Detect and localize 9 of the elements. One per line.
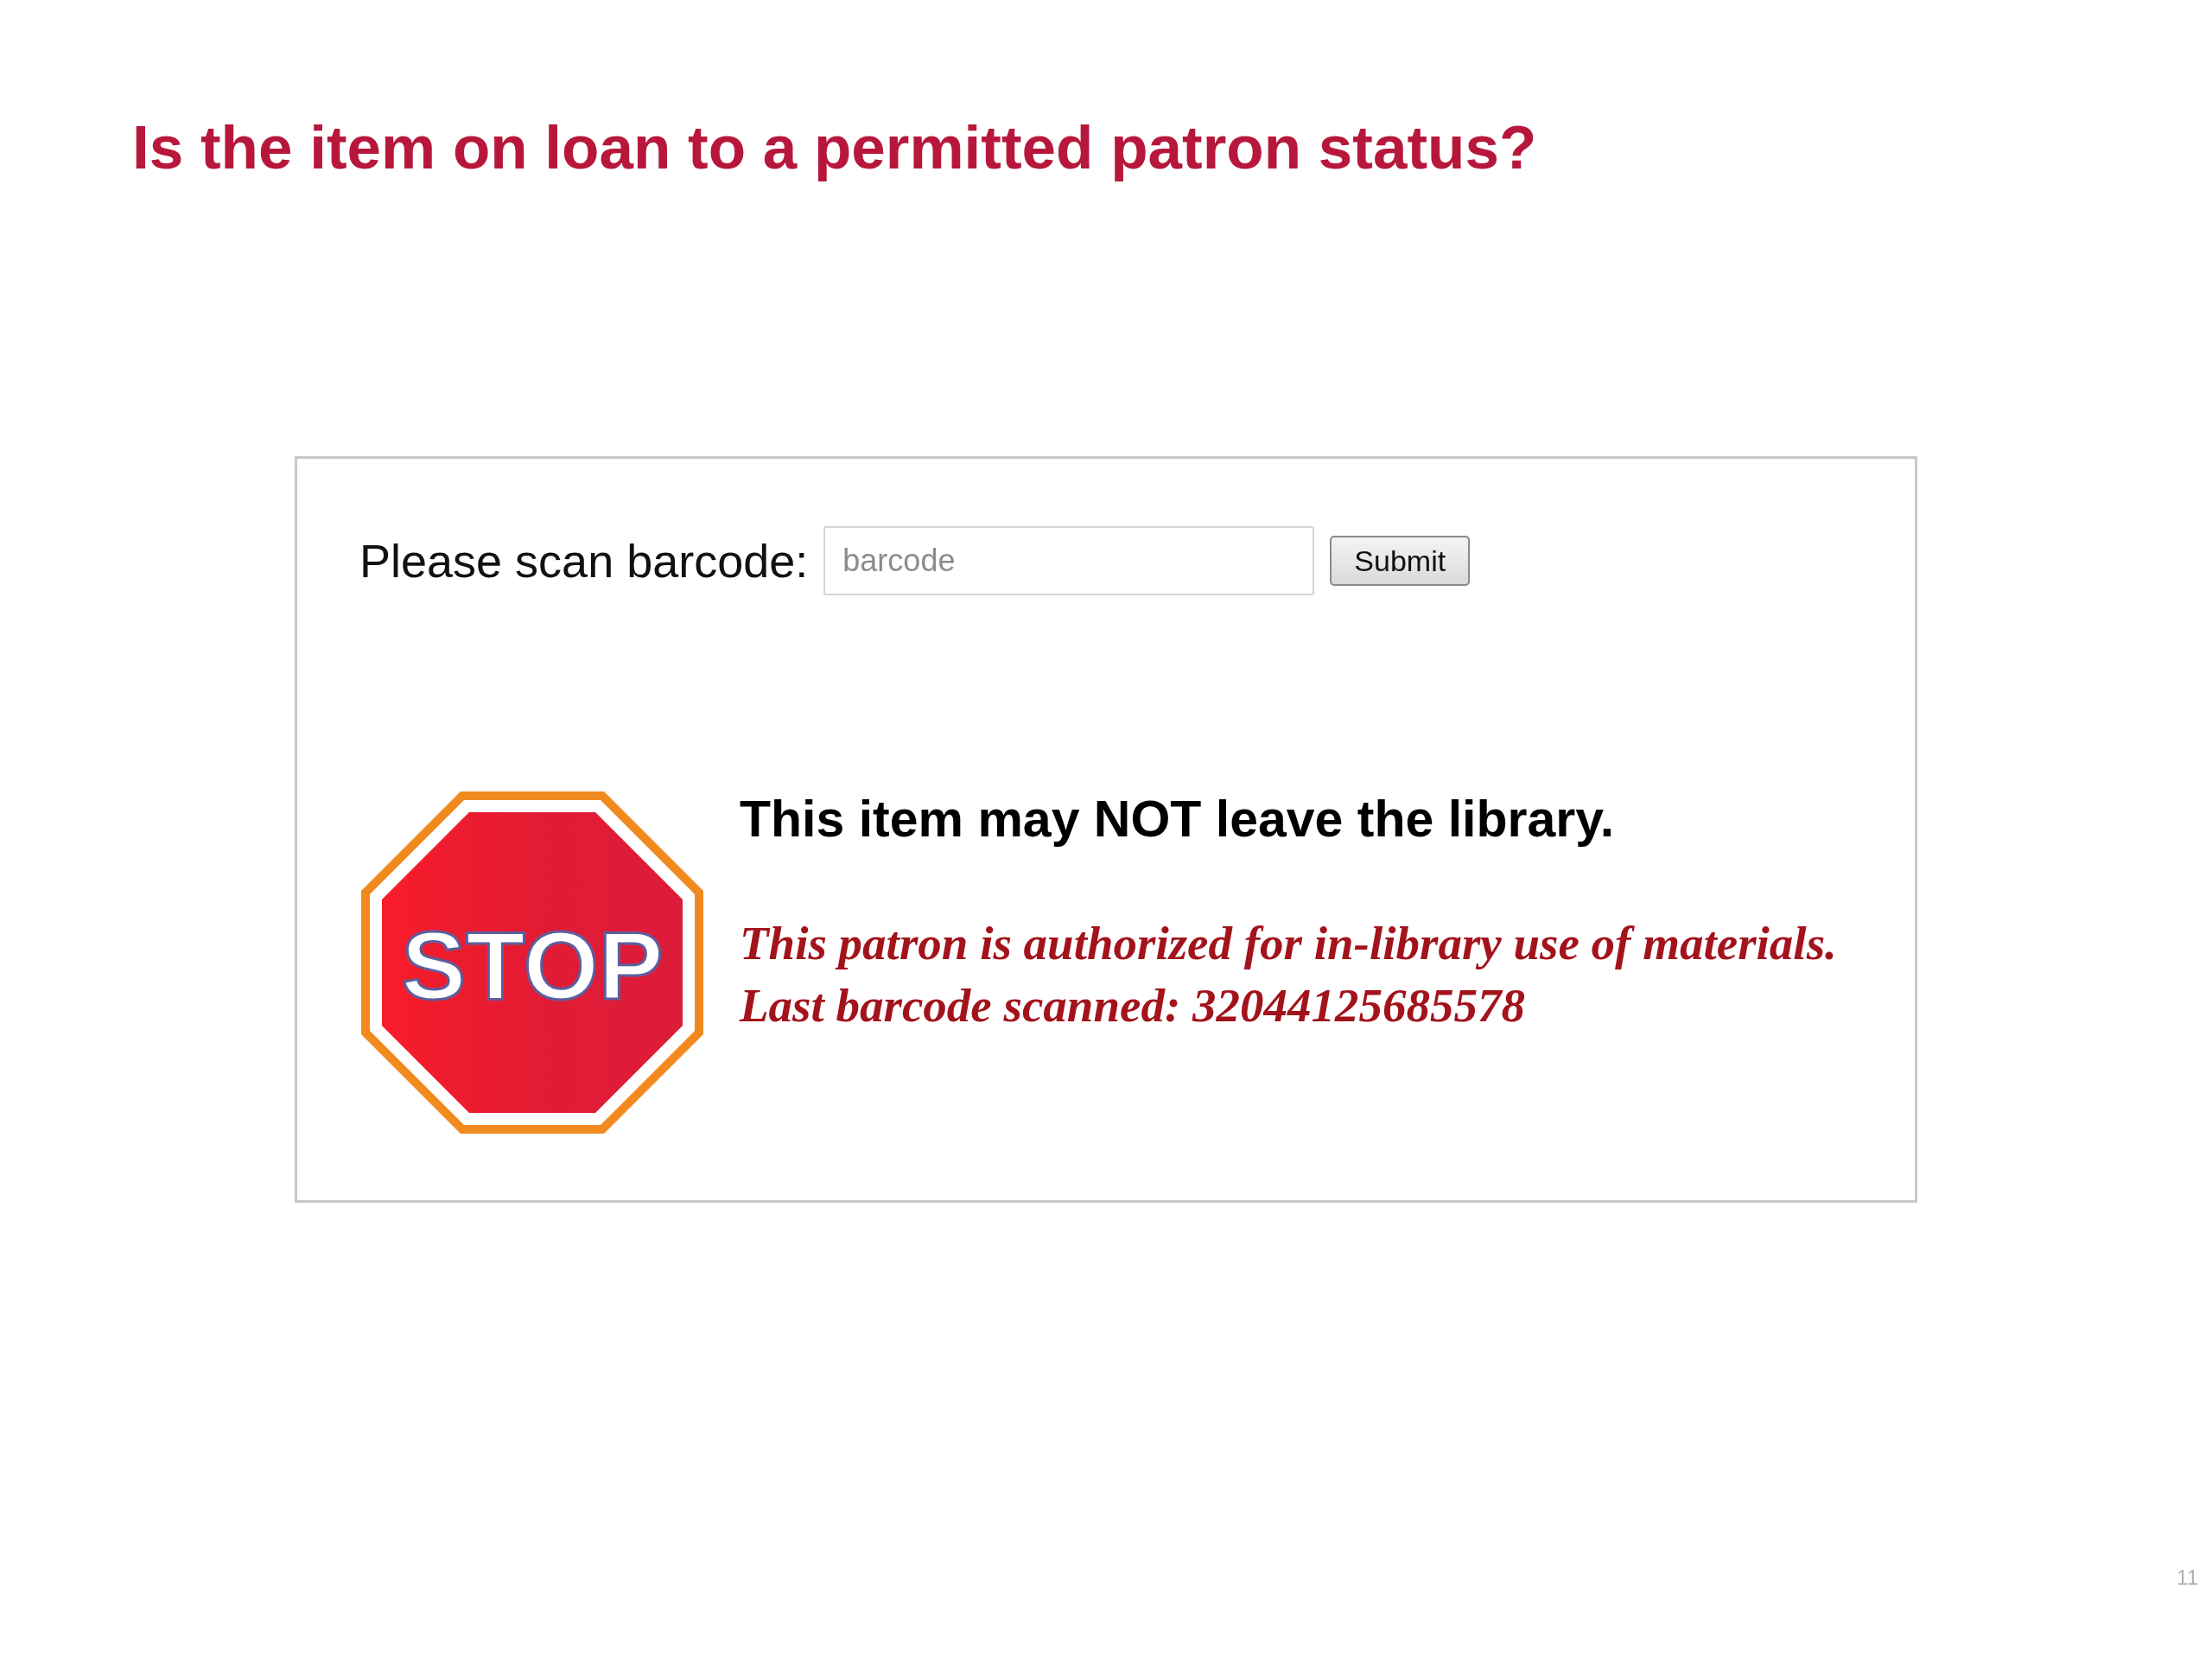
result-heading: This item may NOT leave the library. bbox=[740, 790, 1616, 849]
slide-title: Is the item on loan to a permitted patron status? bbox=[132, 112, 1537, 183]
scan-label: Please scan barcode: bbox=[359, 534, 809, 588]
barcode-field[interactable]: barcode bbox=[823, 526, 1315, 596]
page-number: 11 bbox=[2177, 1566, 2198, 1590]
stop-sign-icon: STOP bbox=[359, 790, 705, 1136]
result-message: This patron is authorized for in-library use of materials. bbox=[740, 916, 1837, 972]
result-message: Last barcode scanned: 32044125685578 bbox=[740, 978, 1526, 1034]
submit-button[interactable]: Submit bbox=[1330, 536, 1471, 587]
